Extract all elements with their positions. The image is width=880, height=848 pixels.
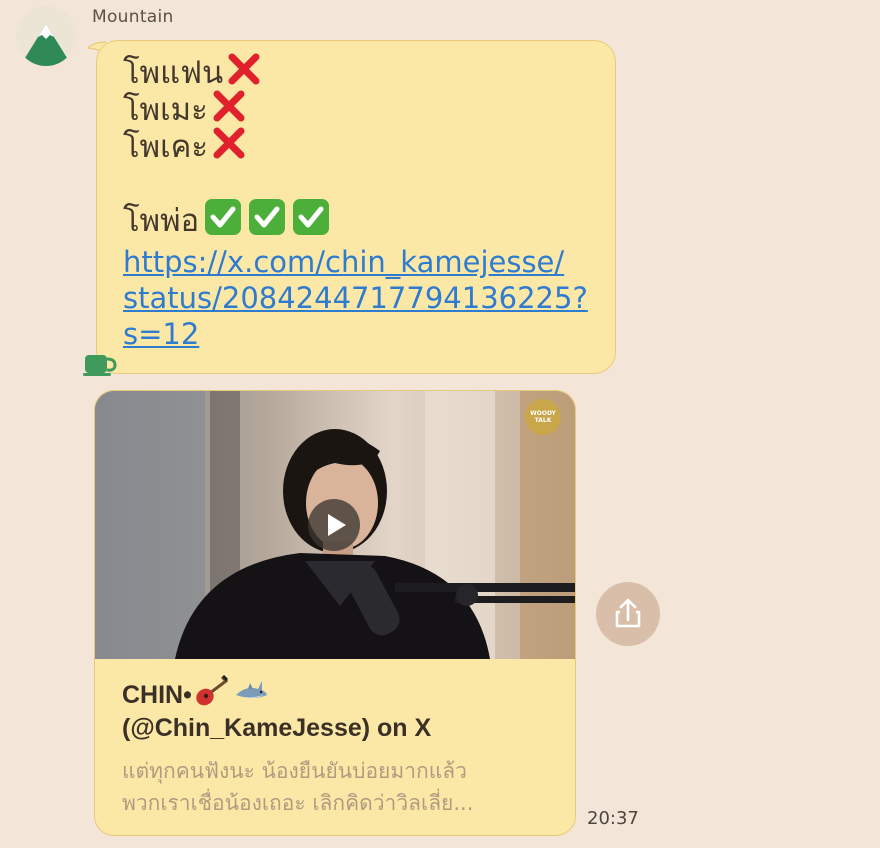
avatar[interactable] (16, 6, 76, 66)
title-text: CHIN• (122, 681, 192, 709)
link-line[interactable]: status/2084244717794136225? (123, 280, 595, 316)
sender-name: Mountain (92, 7, 174, 27)
mountain-icon (16, 6, 76, 66)
link-preview-title: CHIN• (@Chin_KameJesse) on X (122, 674, 562, 745)
video-thumbnail[interactable]: WOODY TALK (95, 391, 575, 659)
play-icon (328, 514, 346, 536)
message-line: โพพ่อ (123, 199, 595, 240)
message-text: โพเคะ (123, 129, 209, 165)
message-link[interactable]: https://x.com/chin_kamejesse/ status/208… (123, 244, 595, 352)
message-text: โพพ่อ (123, 203, 200, 239)
message-text: โพเมะ (123, 92, 208, 128)
message-bubble[interactable]: โพแฟน โพเมะ โพเคะ โพพ่อ https://x.com/ch… (96, 40, 616, 374)
channel-badge: WOODY TALK (525, 399, 561, 435)
message-text: โพแฟน (123, 55, 224, 91)
check-mark-button-icon (247, 199, 287, 244)
link-line[interactable]: s=12 (123, 316, 595, 352)
check-mark-button-icon (203, 199, 243, 244)
link-line[interactable]: https://x.com/chin_kamejesse/ (123, 244, 595, 280)
guitar-icon (194, 674, 229, 716)
message-line: โพเมะ (123, 90, 595, 129)
shark-icon (234, 675, 268, 716)
title-handle: (@Chin_KameJesse) on X (122, 714, 432, 742)
share-icon (615, 598, 641, 628)
share-button[interactable] (596, 582, 660, 646)
cross-mark-icon (212, 126, 246, 169)
message-line: โพเคะ (123, 126, 595, 169)
coffee-cup-icon[interactable] (82, 349, 118, 379)
link-preview-description: แต่ทุกคนฟังนะ น้องยืนยันบ่อยมากแล้ว พวกเ… (122, 759, 474, 815)
check-mark-button-icon (291, 199, 331, 244)
link-preview-card[interactable]: WOODY TALK CHIN• (@Chin_KameJesse) on X … (94, 390, 576, 836)
play-button[interactable] (308, 499, 360, 551)
message-line: โพแฟน (123, 53, 595, 92)
timestamp: 20:37 (587, 808, 639, 829)
